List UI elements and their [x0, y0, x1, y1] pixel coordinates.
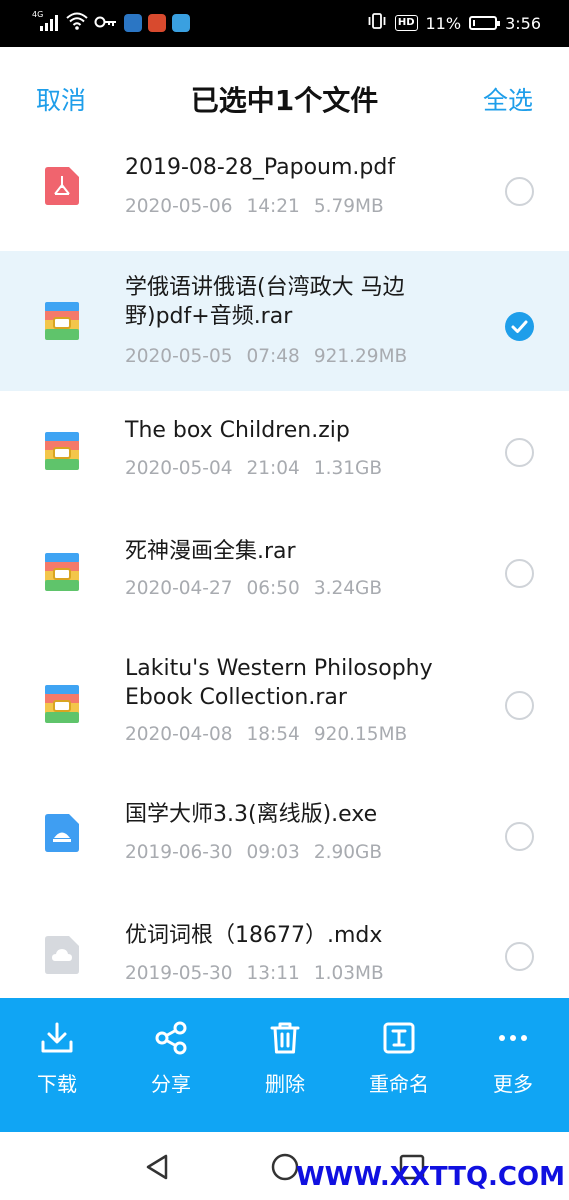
file-time: 07:48: [246, 346, 300, 367]
file-time: 13:11: [246, 963, 300, 984]
select-all-button[interactable]: 全选: [483, 81, 533, 117]
file-row[interactable]: 优词词根（18677）.mdx 2019-05-30 13:11 1.03MB: [0, 903, 569, 998]
file-row[interactable]: The box Children.zip 2020-05-04 21:04 1.31G…: [0, 391, 569, 513]
archive-file-icon: [45, 685, 79, 723]
file-name: 优词词根（18677）.mdx: [125, 923, 383, 948]
app-icon: [124, 14, 142, 32]
file-row[interactable]: 国学大师3.3(离线版).exe 2019-06-30 09:03 2.90GB: [0, 781, 569, 903]
file-row[interactable]: 学俄语讲俄语(台湾政大 马边野)pdf+音频.rar 2020-05-05 07:4…: [0, 251, 569, 391]
file-name: 死神漫画全集.rar: [125, 539, 296, 564]
archive-file-icon: [45, 302, 79, 340]
file-size: 2.90GB: [313, 842, 383, 863]
vibrate-icon: [367, 12, 387, 34]
file-date: 2019-06-30: [125, 842, 233, 863]
file-size: 5.79MB: [313, 196, 384, 217]
delete-label: 删除: [265, 1072, 305, 1096]
share-label: 分享: [151, 1072, 191, 1096]
file-row[interactable]: 死神漫画全集.rar 2020-04-27 06:50 3.24GB: [0, 513, 569, 629]
file-time: 09:03: [246, 842, 300, 863]
file-name: Lakitu's Western Philosophy Ebook Collec…: [125, 656, 433, 710]
status-left: 4G: [32, 10, 190, 34]
file-date: 2020-05-06: [125, 196, 233, 217]
file-date: 2019-05-30: [125, 963, 233, 984]
file-row[interactable]: Lakitu's Western Philosophy Ebook Collec…: [0, 629, 569, 781]
checkbox-icon[interactable]: [505, 438, 534, 467]
checkbox-icon[interactable]: [505, 691, 534, 720]
selection-header: 取消 已选中1个文件 全选: [0, 47, 569, 145]
file-meta: 2019-05-30 13:11 1.03MB: [125, 963, 384, 984]
more-button[interactable]: 更多: [456, 998, 569, 1132]
download-icon: [41, 1022, 73, 1053]
checkbox-icon[interactable]: [505, 942, 534, 971]
status-right: HD 11% 3:56: [367, 12, 541, 34]
pdf-file-icon: [45, 167, 79, 205]
file-size: 1.31GB: [313, 458, 383, 479]
checkbox-icon[interactable]: [505, 822, 534, 851]
app-icon: [148, 14, 166, 32]
rename-icon: [383, 1022, 415, 1054]
file-date: 2020-04-08: [125, 724, 233, 745]
clock: 3:56: [505, 13, 541, 33]
file-meta: 2020-04-27 06:50 3.24GB: [125, 578, 382, 599]
share-button[interactable]: 分享: [114, 998, 228, 1132]
file-time: 21:04: [246, 458, 300, 479]
file-date: 2020-04-27: [125, 578, 233, 599]
status-bar: 4G HD 11% 3:56: [0, 0, 569, 47]
delete-button[interactable]: 删除: [228, 998, 342, 1132]
file-size: 920.15MB: [313, 724, 408, 745]
file-meta: 2020-05-06 14:21 5.79MB: [125, 196, 384, 217]
file-size: 3.24GB: [313, 578, 383, 599]
wifi-icon: [66, 12, 88, 34]
more-label: 更多: [493, 1072, 533, 1096]
file-meta: 2019-06-30 09:03 2.90GB: [125, 842, 382, 863]
checkbox-icon[interactable]: [505, 177, 534, 206]
download-label: 下载: [37, 1072, 77, 1096]
file-time: 06:50: [246, 578, 300, 599]
file-size: 1.03MB: [313, 963, 384, 984]
battery-fill: [473, 20, 476, 26]
archive-file-icon: [45, 432, 79, 470]
more-icon: [499, 1035, 527, 1041]
file-row[interactable]: 2019-08-28_Papoum.pdf 2020-05-06 14:21 5.79…: [0, 145, 569, 251]
file-name: 国学大师3.3(离线版).exe: [125, 802, 378, 827]
file-time: 14:21: [246, 196, 300, 217]
watermark: WWW.XXTTQ.COM: [296, 1162, 565, 1192]
checked-checkbox-icon[interactable]: [505, 312, 534, 341]
archive-file-icon: [45, 553, 79, 591]
file-date: 2020-05-05: [125, 346, 233, 367]
download-button[interactable]: 下载: [0, 998, 114, 1132]
file-meta: 2020-05-04 21:04 1.31GB: [125, 458, 382, 479]
file-time: 18:54: [246, 724, 300, 745]
unknown-file-icon: [45, 936, 79, 974]
rename-button[interactable]: 重命名: [342, 998, 456, 1132]
file-meta: 2020-04-08 18:54 920.15MB: [125, 724, 407, 745]
file-meta: 2020-05-05 07:48 921.29MB: [125, 346, 407, 367]
checkbox-icon[interactable]: [505, 559, 534, 588]
file-date: 2020-05-04: [125, 458, 233, 479]
share-icon: [155, 1021, 187, 1055]
network-type: 4G: [32, 10, 44, 19]
action-toolbar: 下载 分享 删除 重命名 更多: [0, 998, 569, 1132]
file-name: The box Children.zip: [125, 418, 350, 443]
hd-badge: HD: [394, 15, 418, 31]
exe-file-icon: [45, 814, 79, 852]
battery-icon: [469, 16, 501, 30]
rename-label: 重命名: [369, 1072, 429, 1096]
key-icon: [94, 14, 118, 33]
trash-icon: [270, 1022, 300, 1054]
file-name: 学俄语讲俄语(台湾政大 马边野)pdf+音频.rar: [125, 275, 405, 329]
signal-icon: 4G: [32, 10, 60, 32]
battery-percent: 11%: [425, 13, 462, 33]
shield-app-icon: [172, 14, 190, 32]
file-name: 2019-08-28_Papoum.pdf: [125, 155, 396, 180]
back-icon[interactable]: [141, 1150, 175, 1184]
file-size: 921.29MB: [313, 346, 408, 367]
